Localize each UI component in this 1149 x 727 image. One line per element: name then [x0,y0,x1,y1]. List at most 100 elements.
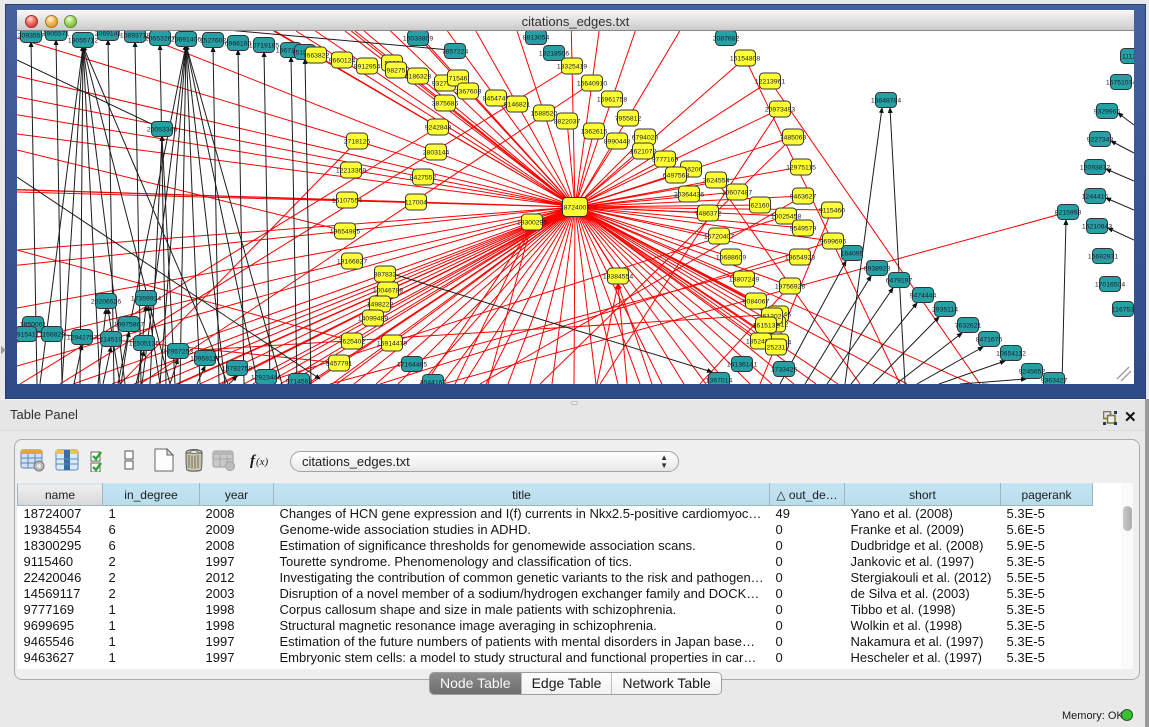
svg-text:9227343: 9227343 [1087,137,1114,144]
svg-text:18300295: 18300295 [517,220,547,227]
svg-text:10975867: 10975867 [114,322,144,329]
svg-text:6794028: 6794028 [632,135,659,142]
svg-text:8215958: 8215958 [1055,210,1082,217]
svg-text:62160: 62160 [751,203,770,210]
svg-text:116753: 116753 [1112,307,1134,314]
svg-text:15720407: 15720407 [704,234,734,241]
svg-text:1362615: 1362615 [581,129,608,136]
svg-text:3915411: 3915411 [17,332,39,339]
svg-text:14136141: 14136141 [727,362,757,369]
svg-text:9146821: 9146821 [504,102,531,109]
svg-text:9084067: 9084067 [743,299,770,306]
svg-text:12213961: 12213961 [755,79,785,86]
svg-text:9474444: 9474444 [910,293,937,300]
svg-text:18807249: 18807249 [729,277,759,284]
svg-text:1621072: 1621072 [630,149,657,156]
svg-text:17957253: 17957253 [163,349,193,356]
svg-text:10688609: 10688609 [716,255,746,262]
svg-text:16640910: 16640910 [577,81,607,88]
svg-text:9714562: 9714562 [286,379,313,385]
svg-text:2087682: 2087682 [713,36,740,43]
svg-text:19654985: 19654985 [330,229,360,236]
svg-text:164095: 164095 [841,251,864,258]
svg-text:9457791: 9457791 [326,361,353,368]
svg-text:117004: 117004 [405,200,427,207]
svg-text:1044162: 1044162 [420,380,447,385]
svg-text:8822037: 8822037 [554,119,581,126]
svg-text:17016504: 17016504 [1095,282,1125,289]
svg-text:2069141: 2069141 [95,31,122,38]
svg-text:3875685: 3875685 [432,101,459,108]
svg-text:1367014: 1367014 [706,378,733,385]
svg-text:8938923: 8938923 [864,266,891,273]
svg-text:19384554: 19384554 [603,274,633,281]
svg-text:7485063: 7485063 [780,135,807,142]
svg-text:9245652: 9245652 [1019,369,1046,376]
svg-text:11125: 11125 [1122,54,1134,61]
svg-text:7955812: 7955812 [615,116,642,123]
svg-text:13325419: 13325419 [557,64,587,71]
svg-text:9242848: 9242848 [425,125,452,132]
svg-text:10046788: 10046788 [373,288,403,295]
svg-text:1527602: 1527602 [200,38,227,45]
svg-text:9549579: 9549579 [790,226,817,233]
svg-text:1905571: 1905571 [43,31,70,38]
svg-text:12923446: 12923446 [251,375,281,382]
svg-text:8186328: 8186328 [405,74,432,81]
svg-text:20973493: 20973493 [765,107,795,114]
svg-text:16154808: 16154808 [730,56,760,63]
svg-text:19756928: 19756928 [775,284,805,291]
svg-text:16782759: 16782759 [222,366,252,373]
svg-text:1733426: 1733426 [771,367,798,374]
svg-text:19654923: 19654923 [785,255,815,262]
svg-text:9463627: 9463627 [790,194,817,201]
svg-text:12505135: 12505135 [129,341,159,348]
svg-text:14099489: 14099489 [358,316,388,323]
svg-text:19166827: 19166827 [337,259,367,266]
svg-text:16961758: 16961758 [597,97,627,104]
svg-text:20364436: 20364436 [674,192,704,199]
svg-text:7625402: 7625402 [339,339,366,346]
svg-text:9363427: 9363427 [1041,378,1068,385]
svg-text:6966160: 6966160 [225,41,252,48]
svg-text:9115460: 9115460 [819,208,845,215]
svg-text:887833: 887833 [374,272,397,279]
svg-text:1244415: 1244415 [1082,194,1109,201]
svg-text:7486372: 7486372 [695,211,722,218]
svg-text:7663822: 7663822 [303,53,330,60]
svg-text:16107554: 16107554 [332,198,362,205]
svg-text:3624554: 3624554 [703,178,730,185]
svg-text:6479197: 6479197 [886,278,913,285]
svg-text:12213369: 12213369 [336,168,366,175]
svg-text:12093872: 12093872 [1080,165,1110,172]
svg-text:8813054: 8813054 [523,35,550,42]
svg-text:6497568: 6497568 [663,173,690,180]
svg-text:9699695: 9699695 [820,239,847,246]
svg-text:71546: 71546 [449,76,468,83]
svg-text:18724007: 18724007 [560,205,590,212]
svg-text:25231: 25231 [767,345,786,352]
svg-text:19055712: 19055712 [68,38,98,45]
svg-text:98275: 98275 [387,68,406,75]
svg-text:1156829: 1156829 [39,332,65,339]
svg-text:10654112: 10654112 [996,351,1026,358]
svg-text:2367608: 2367608 [455,89,482,96]
svg-text:10958117: 10958117 [190,356,220,363]
svg-text:16033809: 16033809 [403,36,433,43]
svg-text:12942757: 12942757 [67,335,97,342]
svg-text:9777169: 9777169 [652,157,679,164]
svg-text:15692971: 15692971 [1088,254,1118,261]
svg-text:10025458: 10025458 [771,214,801,221]
svg-text:20053346: 20053346 [147,127,177,134]
svg-text:16210643: 16210643 [1082,224,1112,231]
svg-text:8471676: 8471676 [976,337,1003,344]
svg-text:8427552: 8427552 [410,175,437,182]
svg-text:1615132: 1615132 [753,323,780,330]
svg-text:20691406: 20691406 [171,37,201,44]
svg-text:114519: 114519 [100,337,122,344]
svg-text:20206526: 20206526 [91,299,121,306]
svg-text:9660124: 9660124 [329,58,356,65]
svg-text:16648784: 16648784 [871,98,901,105]
svg-text:17359924: 17359924 [131,296,161,303]
svg-text:16914479: 16914479 [377,341,407,348]
